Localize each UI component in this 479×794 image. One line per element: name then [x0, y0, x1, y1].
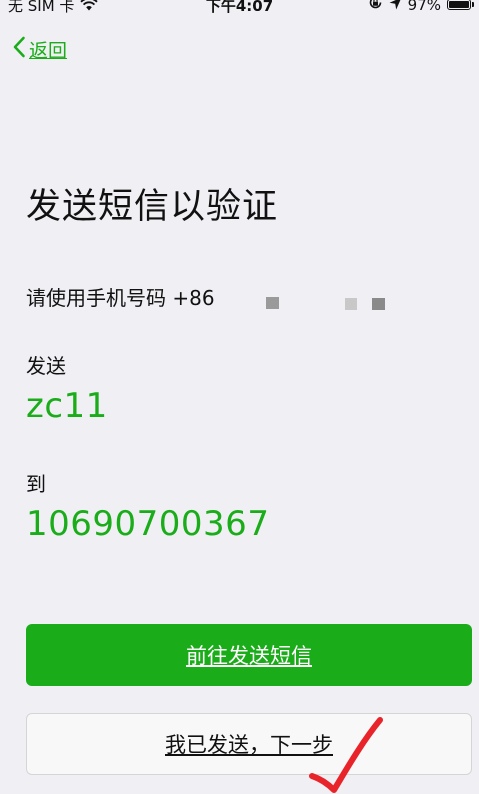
rotation-lock-icon	[368, 0, 383, 14]
battery-percent: 97%	[407, 0, 441, 14]
battery-icon	[447, 0, 474, 10]
redacted-digits	[372, 298, 385, 310]
to-label: 到	[26, 472, 46, 496]
redacted-digits	[266, 297, 279, 309]
go-send-sms-button[interactable]: 前往发送短信	[26, 624, 472, 686]
send-label: 发送	[26, 354, 66, 378]
recipient-number: 10690700367	[26, 504, 270, 544]
status-right: 97%	[368, 0, 474, 14]
phone-number-prompt: 请使用手机号码 +86	[26, 286, 215, 310]
page-title: 发送短信以验证	[26, 187, 279, 227]
battery-fill	[449, 1, 470, 8]
back-label: 返回	[29, 40, 68, 62]
status-bar: 无 SIM 卡 下午4:07 97%	[0, 0, 479, 15]
already-sent-next-button[interactable]: 我已发送，下一步	[26, 713, 472, 775]
sms-verification-screen: 无 SIM 卡 下午4:07 97% 返回 发送短信以验证 请使用手机号码 +8…	[0, 0, 479, 794]
sms-content: zc11	[26, 386, 108, 426]
redacted-digits	[345, 298, 357, 310]
chevron-left-icon	[12, 36, 26, 63]
check-mark-icon	[309, 717, 383, 793]
back-button[interactable]: 返回	[12, 36, 67, 63]
location-arrow-icon	[389, 0, 402, 14]
